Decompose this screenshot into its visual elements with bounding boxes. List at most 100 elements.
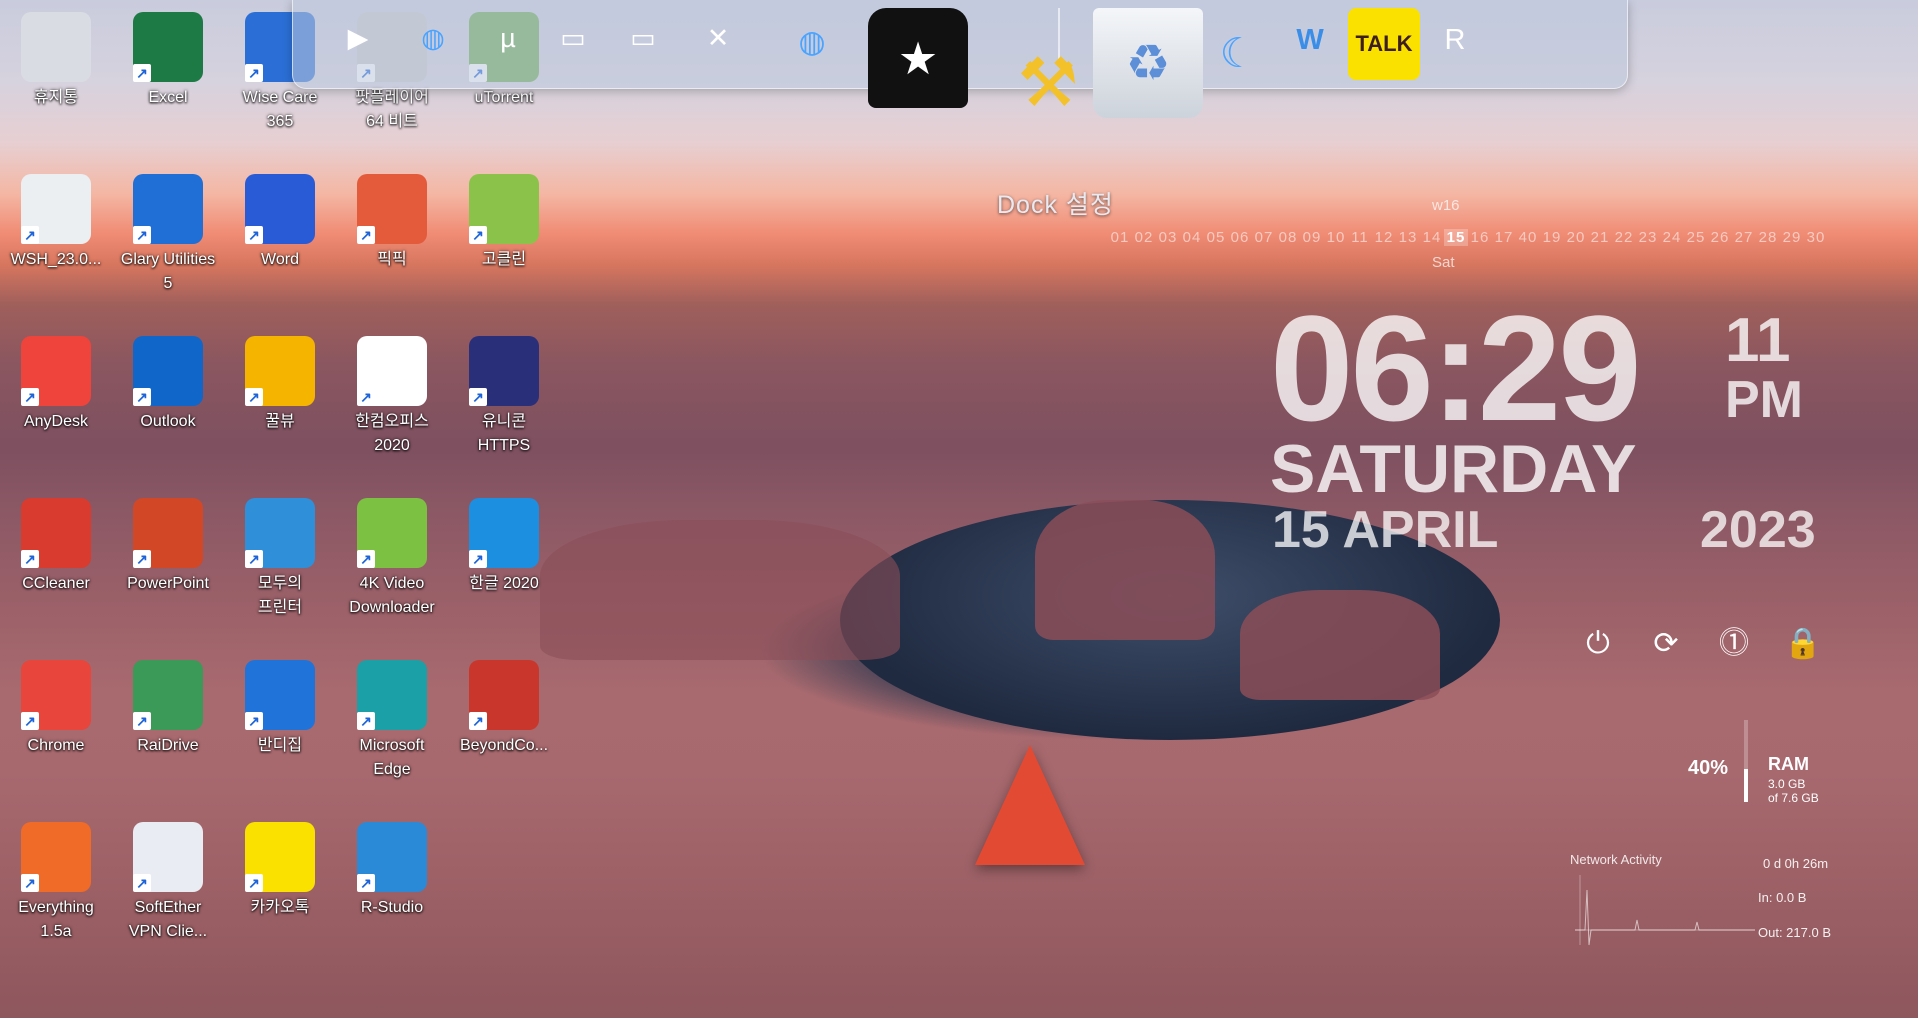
canyon-rock (1240, 590, 1440, 700)
shortcut-arrow-icon: ↗ (245, 712, 263, 730)
desktop-icon[interactable]: ↗ 모두의 프린터 (228, 498, 332, 620)
calendar-day: 09 (1302, 229, 1322, 246)
folder-icon[interactable]: ▭ (543, 8, 603, 68)
desktop-icon[interactable]: ↗ 반디집 (228, 660, 332, 758)
desktop-icon[interactable]: ↗ Outlook (116, 336, 220, 434)
desktop-icon-label: Wise Care 365 (242, 89, 318, 130)
desktop-icon[interactable]: ↗ 4K Video Downloader (340, 498, 444, 620)
ram-percent: 40% (1688, 757, 1729, 779)
desktop-icon-label: BeyondCo... (459, 737, 549, 754)
desktop-icon-label: 카카오톡 (250, 899, 310, 916)
network-graph (1575, 875, 1755, 946)
shortcut-arrow-icon: ↗ (245, 226, 263, 244)
tshirt-icon[interactable]: ★ (868, 8, 968, 108)
desktop-icon-label: Outlook (140, 413, 196, 430)
desktop-icon[interactable]: ↗ Glary Utilities 5 (116, 174, 220, 296)
desktop-icon[interactable]: ↗ AnyDesk (4, 336, 108, 434)
desktop-icon[interactable]: ↗ WSH_23.0... (4, 174, 108, 272)
ram-label: RAM (1768, 754, 1809, 774)
desktop-icon[interactable]: ↗ 고클린 (452, 174, 556, 272)
softether-icon: ↗ (133, 822, 203, 892)
calendar-day: 11 (1351, 229, 1369, 246)
calendar-day: 06 (1230, 229, 1250, 246)
clock-year: 2023 (1700, 501, 1816, 559)
shortcut-arrow-icon: ↗ (133, 64, 151, 82)
globe-icon[interactable]: ◍ (778, 8, 846, 76)
desktop-icon[interactable]: ↗ BeyondCo... (452, 660, 556, 758)
folder-open-icon[interactable]: ▭ (613, 8, 673, 68)
desktop-icon[interactable]: ↗ Excel (116, 12, 220, 110)
calendar-day: 30 (1806, 229, 1826, 246)
word-icon: ↗ (245, 174, 315, 244)
calendar-day: 25 (1686, 229, 1706, 246)
shortcut-arrow-icon: ↗ (21, 550, 39, 568)
desktop-icon-label: RaiDrive (137, 737, 199, 754)
desktop-icon-label: R-Studio (360, 899, 424, 916)
lock-icon[interactable]: 🔒 (1784, 626, 1821, 662)
desktop-icon[interactable]: ↗ RaiDrive (116, 660, 220, 758)
restart-icon[interactable]: ⟳ (1648, 626, 1684, 662)
calendar-day: 27 (1734, 229, 1754, 246)
desktop-icon[interactable]: ↗ 한컴오피스 2020 (340, 336, 444, 458)
globe-network-icon[interactable]: ◍ (403, 8, 463, 68)
recycle-bin-icon[interactable]: ♻ (1093, 8, 1203, 118)
desktop-icon[interactable]: 휴지통 (4, 12, 108, 110)
desktop-icon-label: Word (261, 251, 299, 268)
hancom-office-icon: ↗ (357, 336, 427, 406)
wise-care-icon[interactable]: W (1278, 8, 1342, 72)
kakaotalk-icon[interactable]: TALK (1348, 8, 1420, 80)
desktop-icon-label: SoftEther VPN Clie... (128, 899, 208, 940)
desktop-icon[interactable]: ↗ 한글 2020 (452, 498, 556, 596)
glary-icon[interactable]: ☾ (1193, 8, 1283, 98)
shortcut-arrow-icon: ↗ (21, 712, 39, 730)
desktop-icon-label: 꿀뷰 (265, 413, 295, 430)
desktop-icon-label: 반디집 (257, 737, 303, 754)
utorrent-icon[interactable]: µ (478, 8, 538, 68)
calendar-days: 01 02 03 04 05 06 07 08 09 10 11 12 13 14 15 16 17 40 19 20… (1108, 229, 1828, 246)
shortcut-arrow-icon: ↗ (21, 226, 39, 244)
shortcut-arrow-icon: ↗ (357, 712, 375, 730)
desktop-icon[interactable]: ↗ CCleaner (4, 498, 108, 596)
calendar-day: 21 (1590, 229, 1610, 246)
ram-total: of 7.6 GB (1768, 791, 1819, 805)
calendar-day: 15 (1444, 229, 1468, 246)
desktop-icon[interactable]: ↗ Chrome (4, 660, 108, 758)
kakaotalk-icon: ↗ (245, 822, 315, 892)
calendar-day: 17 (1494, 229, 1514, 246)
shortcut-arrow-icon: ↗ (245, 550, 263, 568)
network-title: Network Activity (1570, 852, 1662, 867)
shortcut-arrow-icon: ↗ (469, 388, 487, 406)
desktop-icon-label: Microsoft Edge (359, 737, 425, 778)
shortcut-arrow-icon: ↗ (133, 712, 151, 730)
shutdown-icon[interactable]: ⏻ (1580, 626, 1616, 662)
calendar-day: 29 (1782, 229, 1802, 246)
powerpoint-icon: ↗ (133, 498, 203, 568)
clock-ampm: PM (1725, 371, 1803, 429)
desktop-icon[interactable]: ↗ PowerPoint (116, 498, 220, 596)
logoff-icon[interactable]: ⓵ (1716, 626, 1752, 662)
calendar-day: 22 (1614, 229, 1634, 246)
potplayer-icon[interactable]: ▶ (328, 8, 388, 68)
calendar-day: 28 (1758, 229, 1778, 246)
video-downloader-icon: ↗ (357, 498, 427, 568)
shortcut-arrow-icon: ↗ (133, 388, 151, 406)
desktop-icon[interactable]: ↗ 카카오톡 (228, 822, 332, 920)
desktop-icon-label: CCleaner (22, 575, 90, 592)
desktop-icon-label: WSH_23.0... (10, 251, 102, 268)
tools-icon[interactable]: ✕ (688, 8, 748, 68)
calendar-day: 05 (1206, 229, 1226, 246)
rstudio-icon[interactable]: R (1423, 8, 1487, 72)
shortcut-arrow-icon: ↗ (469, 226, 487, 244)
desktop-icon[interactable]: ↗ SoftEther VPN Clie... (116, 822, 220, 944)
desktop-icon[interactable]: ↗ 픽픽 (340, 174, 444, 272)
desktop-icon[interactable]: ↗ Word (228, 174, 332, 272)
shortcut-arrow-icon: ↗ (21, 874, 39, 892)
desktop-icon-label: 한컴오피스 2020 (355, 413, 429, 454)
desktop-icon[interactable]: ↗ 꿀뷰 (228, 336, 332, 434)
desktop-icon[interactable]: ↗ R-Studio (340, 822, 444, 920)
desktop-icon[interactable]: ↗ 유니콘 HTTPS (452, 336, 556, 458)
desktop-icon-label: Everything 1.5a (18, 899, 94, 940)
dock-bar: ▶ ◍ µ ▭ ▭ ✕ ◍ ★ ⚒ ♻ ☾ W TALK R (292, 0, 1628, 121)
desktop-icon[interactable]: ↗ Microsoft Edge (340, 660, 444, 782)
desktop-icon[interactable]: ↗ Everything 1.5a (4, 822, 108, 944)
